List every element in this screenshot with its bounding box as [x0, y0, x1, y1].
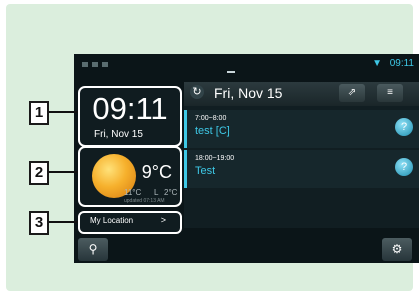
gear-icon[interactable]: ⚙	[382, 238, 412, 261]
wifi-icon: ▼	[372, 58, 382, 69]
high-temperature: 11°C	[124, 188, 142, 197]
agenda-icon[interactable]: ≡	[377, 84, 403, 102]
status-bar: ▼ 09:11	[74, 54, 419, 74]
updated-time: updated 07:13 AM	[124, 198, 165, 204]
bottom-bar: ⚲ ⚙	[74, 236, 419, 263]
weather-widget[interactable]: 9°C 11°C L 2°C updated 07:13 AM	[78, 146, 182, 207]
page-indicator	[227, 71, 235, 73]
clock-date: Fri, Nov 15	[94, 129, 143, 140]
notification-icon	[102, 62, 108, 67]
notification-icon	[92, 62, 98, 67]
callout-line	[49, 221, 78, 223]
callout-line	[49, 171, 78, 173]
clock-widget[interactable]: 09:11 Fri, Nov 15	[78, 86, 182, 147]
low-temperature: 2°C	[164, 188, 178, 197]
event-title: test [C]	[195, 125, 230, 137]
search-user-icon[interactable]: ⚲	[78, 238, 108, 261]
event-time: 18:00~19:00	[195, 155, 235, 162]
clock-time: 09:11	[92, 91, 168, 126]
notification-icon	[82, 62, 88, 67]
callout-marker: 1	[29, 101, 49, 125]
calendar-view-icon[interactable]: ⇗	[339, 84, 365, 102]
status-time: 09:11	[389, 58, 414, 69]
head-unit-screen: ▼ 09:11 09:11 Fri, Nov 15 9°C 11°C L 2°C…	[74, 54, 419, 263]
my-location-button[interactable]: My Location >	[78, 211, 182, 234]
chevron-right-icon: >	[160, 215, 166, 225]
event-title: Test	[195, 165, 216, 177]
my-location-label: My Location	[90, 216, 134, 225]
calendar-event[interactable]: 7:00~8:00 test [C] ?	[184, 110, 419, 148]
callout-marker: 2	[29, 161, 49, 185]
callout-line	[49, 111, 78, 113]
calendar-header: ↻ Fri, Nov 15 ⇗ ≡	[184, 82, 419, 106]
voice-call-icon[interactable]: ?	[395, 118, 413, 136]
callout-marker: 3	[29, 211, 49, 235]
voice-call-icon[interactable]: ?	[395, 158, 413, 176]
calendar-date: Fri, Nov 15	[214, 85, 283, 101]
low-separator: L	[154, 188, 159, 197]
event-time: 7:00~8:00	[195, 115, 227, 122]
calendar-widget: ↻ Fri, Nov 15 ⇗ ≡ 7:00~8:00 test [C] ? 1…	[184, 82, 419, 228]
current-temperature: 9°C	[141, 162, 172, 182]
refresh-icon[interactable]: ↻	[190, 85, 204, 99]
calendar-event[interactable]: 18:00~19:00 Test ?	[184, 150, 419, 188]
figure-panel: ▼ 09:11 09:11 Fri, Nov 15 9°C 11°C L 2°C…	[6, 4, 419, 291]
